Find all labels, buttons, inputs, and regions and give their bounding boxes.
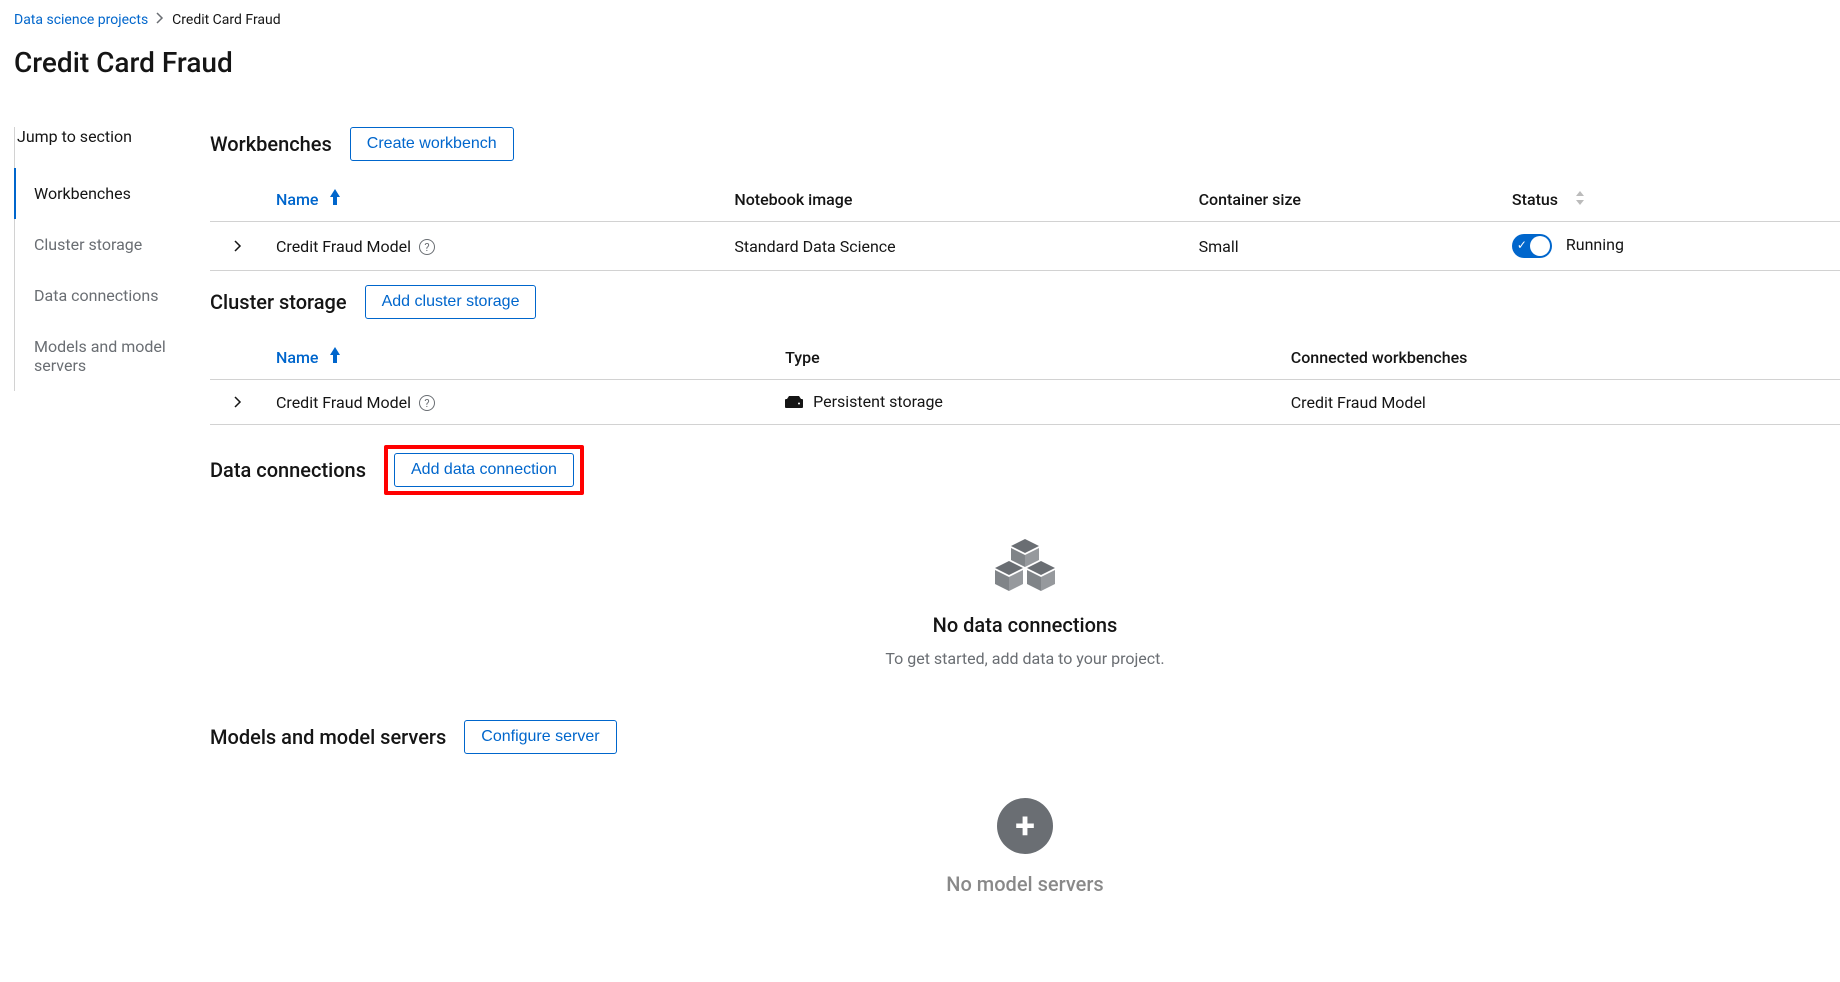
workbench-status-toggle[interactable]: ✓ xyxy=(1512,234,1552,258)
sort-neutral-icon xyxy=(1576,193,1584,209)
sidebar-item-workbenches[interactable]: Workbenches xyxy=(14,168,210,219)
sidebar-item-models[interactable]: Models and model servers xyxy=(14,321,210,391)
empty-state-title: No data connections xyxy=(210,613,1840,637)
add-data-connection-button[interactable]: Add data connection xyxy=(394,453,574,487)
workbench-row: Credit Fraud Model ? Standard Data Scien… xyxy=(210,222,1840,271)
expand-row-button[interactable] xyxy=(234,237,242,256)
workbench-size: Small xyxy=(1189,222,1502,271)
workbenches-col-status[interactable]: Status xyxy=(1502,175,1840,222)
empty-state-title: No model servers xyxy=(210,872,1840,896)
model-servers-empty-state: + No model servers xyxy=(210,758,1840,896)
data-connections-section: Data connections Add data connection xyxy=(210,445,1840,712)
sort-ascending-icon xyxy=(330,347,340,367)
breadcrumb-root-link[interactable]: Data science projects xyxy=(14,12,148,28)
workbenches-title: Workbenches xyxy=(210,132,332,156)
help-icon[interactable]: ? xyxy=(419,239,435,255)
check-icon: ✓ xyxy=(1517,238,1527,252)
workbenches-table: Name Notebook image Container size Statu… xyxy=(210,175,1840,271)
hdd-icon xyxy=(785,393,803,412)
cluster-storage-table: Name Type Connected workbenches xyxy=(210,333,1840,425)
sidebar-item-cluster-storage[interactable]: Cluster storage xyxy=(14,219,210,270)
plus-circle-icon: + xyxy=(210,798,1840,854)
configure-server-button[interactable]: Configure server xyxy=(464,720,616,754)
model-servers-section: Models and model servers Configure serve… xyxy=(210,720,1840,896)
storage-connected: Credit Fraud Model xyxy=(1281,380,1840,425)
model-servers-title: Models and model servers xyxy=(210,725,446,749)
sort-ascending-icon xyxy=(330,189,340,209)
breadcrumb: Data science projects Credit Card Fraud xyxy=(14,12,1840,28)
help-icon[interactable]: ? xyxy=(419,395,435,411)
workbench-name: Credit Fraud Model xyxy=(276,237,411,256)
workbench-image: Standard Data Science xyxy=(724,222,1188,271)
storage-type: Persistent storage xyxy=(813,392,943,411)
data-connections-empty-state: No data connections To get started, add … xyxy=(210,499,1840,712)
sidebar-item-data-connections[interactable]: Data connections xyxy=(14,270,210,321)
jump-to-section-nav: Jump to section Workbenches Cluster stor… xyxy=(14,127,210,391)
storage-col-type: Type xyxy=(775,333,1281,380)
expand-row-button[interactable] xyxy=(234,393,242,412)
workbenches-section: Workbenches Create workbench Name xyxy=(210,127,1840,271)
storage-row: Credit Fraud Model ? Persistent storage … xyxy=(210,380,1840,425)
add-cluster-storage-button[interactable]: Add cluster storage xyxy=(365,285,537,319)
empty-state-description: To get started, add data to your project… xyxy=(210,649,1840,668)
workbenches-col-image: Notebook image xyxy=(724,175,1188,222)
chevron-right-icon xyxy=(156,12,164,28)
sidebar-title: Jump to section xyxy=(15,127,210,168)
highlight-marker: Add data connection xyxy=(384,445,584,495)
create-workbench-button[interactable]: Create workbench xyxy=(350,127,514,161)
page-title: Credit Card Fraud xyxy=(14,46,1840,79)
storage-col-name[interactable]: Name xyxy=(266,333,775,380)
workbench-status-label: Running xyxy=(1566,235,1624,254)
cluster-storage-title: Cluster storage xyxy=(210,290,347,314)
storage-name: Credit Fraud Model xyxy=(276,393,411,412)
cluster-storage-section: Cluster storage Add cluster storage Name xyxy=(210,285,1840,425)
data-connections-title: Data connections xyxy=(210,458,366,482)
breadcrumb-current: Credit Card Fraud xyxy=(172,12,280,28)
workbenches-col-size: Container size xyxy=(1189,175,1502,222)
storage-col-connected: Connected workbenches xyxy=(1281,333,1840,380)
cubes-icon xyxy=(210,539,1840,595)
workbenches-col-name[interactable]: Name xyxy=(266,175,724,222)
